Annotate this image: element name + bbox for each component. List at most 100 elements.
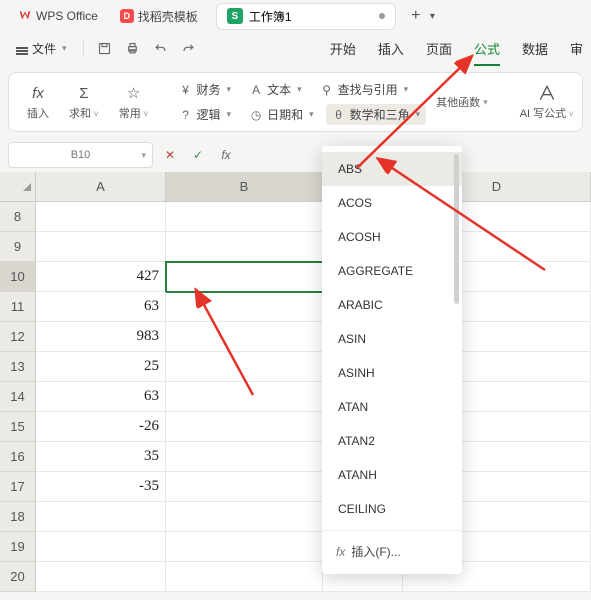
cell[interactable] — [36, 232, 166, 262]
row-header[interactable]: 10 — [0, 262, 36, 292]
row-header[interactable]: 16 — [0, 442, 36, 472]
cell[interactable]: -35 — [36, 472, 166, 502]
tab-start[interactable]: 开始 — [330, 37, 356, 60]
wps-office-tab[interactable]: WPS Office — [8, 5, 108, 27]
wps-icon — [18, 9, 32, 23]
cell[interactable]: 63 — [36, 382, 166, 412]
cell[interactable] — [166, 532, 323, 562]
save-button[interactable] — [92, 36, 118, 60]
cell[interactable] — [166, 562, 323, 592]
cell[interactable] — [166, 202, 323, 232]
cell[interactable] — [166, 322, 323, 352]
row-header[interactable]: 15 — [0, 412, 36, 442]
confirm-button[interactable]: ✓ — [187, 144, 209, 166]
cell[interactable]: 63 — [36, 292, 166, 322]
insert-function-item[interactable]: fx 插入(F)... — [322, 535, 462, 568]
function-item[interactable]: ARABIC — [322, 288, 462, 322]
row-header[interactable]: 8 — [0, 202, 36, 232]
finance-dropdown[interactable]: ¥财务▾ — [173, 79, 238, 100]
math-trig-dropdown[interactable]: θ数学和三角▾ — [326, 104, 427, 125]
function-item[interactable]: ABS — [322, 152, 462, 186]
new-tab-button[interactable]: + — [406, 6, 426, 26]
chevron-down-icon: ▾ — [309, 109, 314, 120]
tab-formula[interactable]: 公式 — [474, 37, 500, 60]
common-button[interactable]: ☆ 常用 ˅ — [111, 81, 157, 123]
cell[interactable]: -26 — [36, 412, 166, 442]
cell[interactable] — [166, 412, 323, 442]
chevron-down-icon: ▾ — [404, 84, 409, 95]
text-dropdown[interactable]: A文本▾ — [243, 79, 308, 100]
function-item[interactable]: ATAN2 — [322, 424, 462, 458]
undo-button[interactable] — [148, 36, 174, 60]
ai-icon — [537, 83, 557, 103]
ai-formula-button[interactable]: AI 写公式 ˅ — [512, 81, 582, 123]
cell[interactable] — [166, 502, 323, 532]
function-item[interactable]: ASINH — [322, 356, 462, 390]
tab-page[interactable]: 页面 — [426, 37, 452, 60]
row-header[interactable]: 12 — [0, 322, 36, 352]
cell[interactable]: 983 — [36, 322, 166, 352]
function-item[interactable]: CEILING — [322, 492, 462, 526]
document-tab[interactable]: S 工作簿1 — [216, 3, 396, 30]
cell[interactable]: 25 — [36, 352, 166, 382]
row-header[interactable]: 19 — [0, 532, 36, 562]
cell[interactable] — [36, 202, 166, 232]
column-header[interactable]: B — [166, 172, 323, 202]
datetime-dropdown[interactable]: ◷日期和▾ — [243, 104, 320, 125]
chevron-down-icon: ˅ — [141, 109, 149, 119]
cell[interactable] — [166, 292, 323, 322]
cell[interactable] — [166, 232, 323, 262]
print-button[interactable] — [120, 36, 146, 60]
chevron-down-icon: ▾ — [297, 84, 302, 95]
cell[interactable]: 427 — [36, 262, 166, 292]
cell[interactable] — [166, 262, 323, 292]
chevron-down-icon: ▾ — [483, 97, 488, 108]
insert-function-button[interactable]: fx 插入 — [19, 81, 57, 123]
row-header[interactable]: 13 — [0, 352, 36, 382]
cell[interactable] — [36, 562, 166, 592]
cell[interactable] — [166, 382, 323, 412]
scrollbar[interactable] — [454, 154, 459, 304]
cancel-button[interactable]: ✕ — [159, 144, 181, 166]
function-item[interactable]: AGGREGATE — [322, 254, 462, 288]
function-item[interactable]: ACOS — [322, 186, 462, 220]
lookup-dropdown[interactable]: ⚲查找与引用▾ — [314, 79, 415, 100]
separator — [322, 530, 462, 531]
function-item[interactable]: ACOSH — [322, 220, 462, 254]
cell[interactable]: 35 — [36, 442, 166, 472]
autosum-button[interactable]: Σ 求和 ˅ — [61, 81, 107, 123]
other-functions-dropdown[interactable]: 其他函数▾ — [430, 80, 496, 124]
chevron-down-icon: ▾ — [416, 109, 421, 120]
redo-button[interactable] — [176, 36, 202, 60]
function-item[interactable]: ATAN — [322, 390, 462, 424]
logic-dropdown[interactable]: ?逻辑▾ — [173, 104, 238, 125]
name-box[interactable]: B10 ▾ — [8, 142, 153, 168]
fx-button[interactable]: fx — [215, 144, 237, 166]
row-header[interactable]: 18 — [0, 502, 36, 532]
cell[interactable] — [36, 532, 166, 562]
row-header[interactable]: 9 — [0, 232, 36, 262]
row-header[interactable]: 17 — [0, 472, 36, 502]
text-icon: A — [249, 83, 263, 97]
row-header[interactable]: 14 — [0, 382, 36, 412]
cell[interactable] — [166, 442, 323, 472]
chevron-down-icon: ▾ — [227, 109, 232, 120]
function-item[interactable]: ASIN — [322, 322, 462, 356]
tab-data[interactable]: 数据 — [522, 37, 548, 60]
cell[interactable] — [36, 502, 166, 532]
file-menu[interactable]: 文件 ▾ — [8, 37, 75, 60]
tab-insert[interactable]: 插入 — [378, 37, 404, 60]
insert-function-label: 插入(F)... — [351, 543, 400, 560]
row-header[interactable]: 20 — [0, 562, 36, 592]
column-header[interactable]: A — [36, 172, 166, 202]
chevron-down-icon: ▾ — [227, 84, 232, 95]
function-item[interactable]: ATANH — [322, 458, 462, 492]
tabs-dropdown-icon[interactable]: ▾ — [430, 11, 446, 22]
template-tab[interactable]: D 找稻壳模板 — [110, 4, 208, 29]
cell[interactable] — [166, 352, 323, 382]
row-header[interactable]: 11 — [0, 292, 36, 322]
select-all-corner[interactable] — [0, 172, 36, 202]
chevron-down-icon: ▾ — [141, 150, 146, 161]
tab-review[interactable]: 审 — [570, 37, 583, 60]
cell[interactable] — [166, 472, 323, 502]
